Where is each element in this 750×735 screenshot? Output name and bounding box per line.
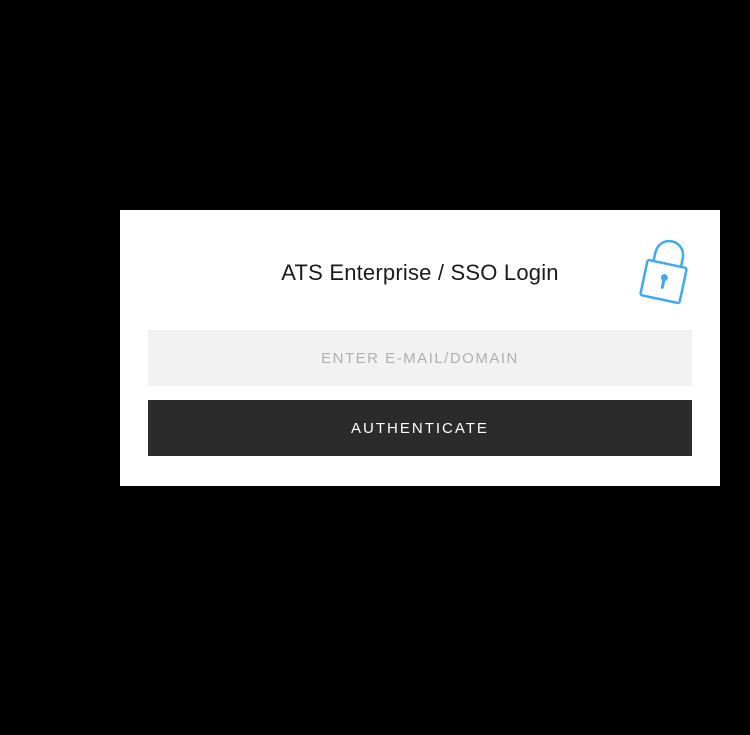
login-title: ATS Enterprise / SSO Login (148, 240, 692, 286)
lock-icon (632, 230, 702, 310)
authenticate-button[interactable]: AUTHENTICATE (148, 400, 692, 456)
sso-login-card: ATS Enterprise / SSO Login AUTHENTICATE (120, 210, 720, 486)
login-header: ATS Enterprise / SSO Login (148, 240, 692, 310)
email-domain-input[interactable] (148, 330, 692, 386)
